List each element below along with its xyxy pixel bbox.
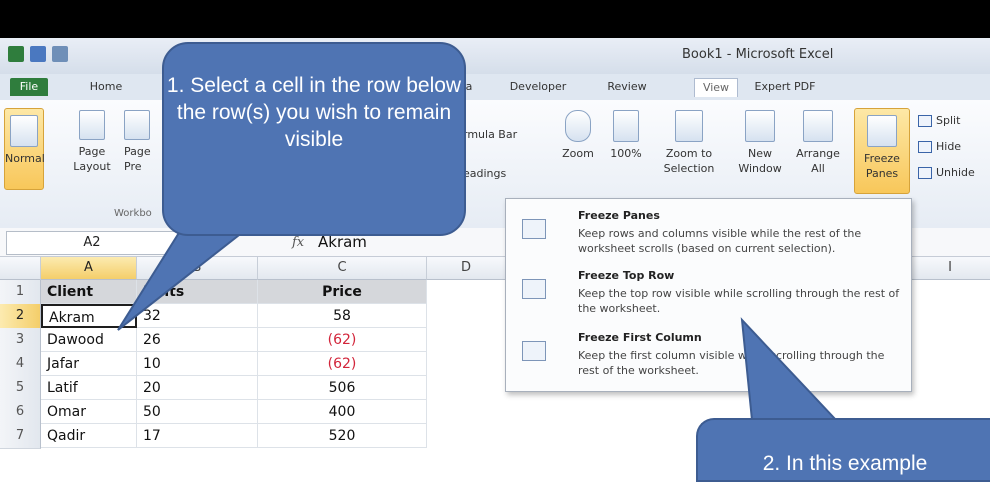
callout-step-one: 1. Select a cell in the row below the ro… [162,42,466,236]
callout-tails [117,227,839,421]
callout-step-two: 2. In this example [696,418,990,482]
callout-two-tail [740,317,839,421]
callout-two-text: 2. In this example [762,452,928,475]
callout-one-tail [117,227,251,331]
callout-one-text: 1. Select a cell in the row below the ro… [166,74,462,151]
